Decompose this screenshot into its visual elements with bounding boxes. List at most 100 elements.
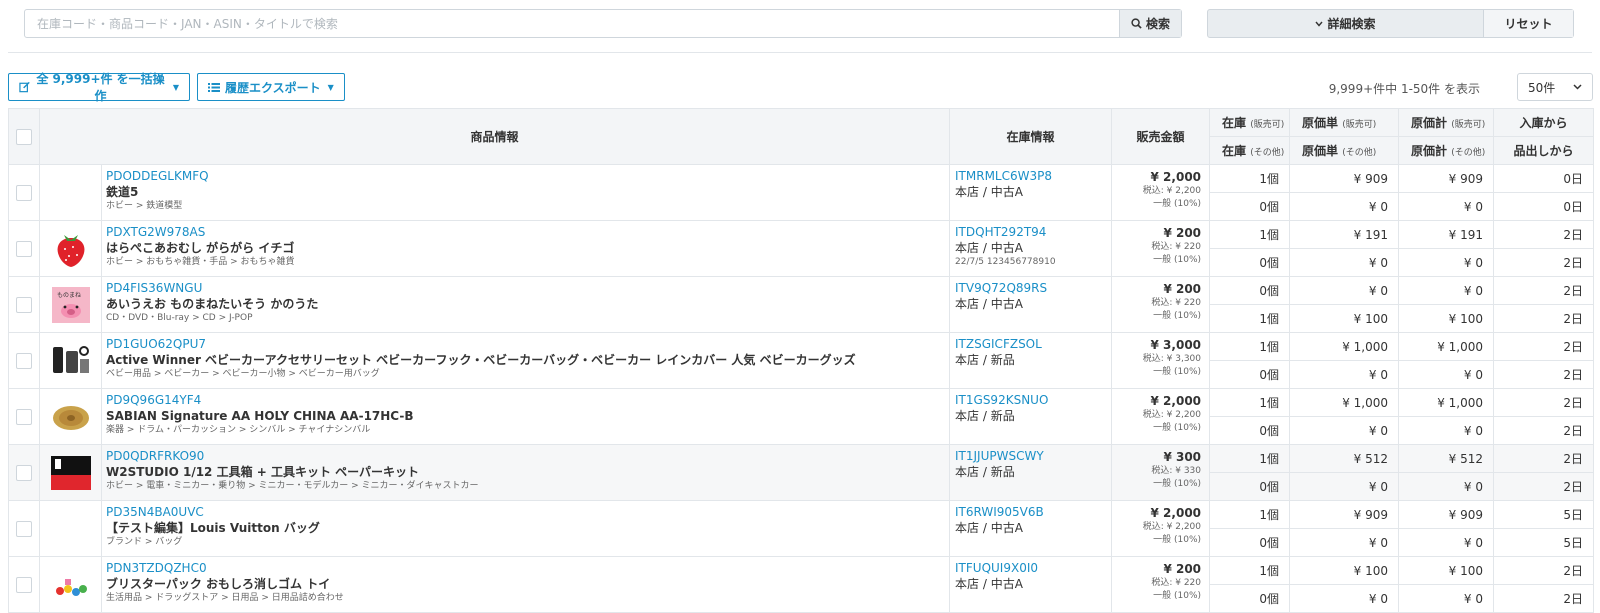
product-thumbnail-cell [39,388,102,445]
product-title: W2STUDIO 1/12 工具箱 + 工具キット ペーパーキット [106,465,420,479]
header-total-cost-other: 原価計 (その他) [1398,136,1495,165]
product-code-link[interactable]: PD1GUO62QPU7 [106,337,945,352]
product-code-link[interactable]: PD0QDRFRKO90 [106,449,945,464]
row-checkbox[interactable] [16,464,32,481]
stock-other: 0個 [1209,584,1291,613]
tax-type: 一般 (10%) [1153,311,1202,321]
days-since-out: 2日 [1493,360,1595,389]
table-row: PD9Q96G14YF4 SABIAN Signature AA HOLY CHI… [8,388,1595,445]
row-select-cell [8,220,40,277]
tax-included-price: 税込: ¥ 2,200 [1142,522,1202,532]
tax-type: 一般 (10%) [1153,367,1202,377]
stock-code-link[interactable]: ITV9Q72Q89RS [955,281,1106,296]
row-checkbox[interactable] [16,184,32,201]
product-thumbnail-cell [39,444,102,501]
unit-cost-other: ¥ 0 [1289,528,1400,557]
tax-included-price: 税込: ¥ 220 [1151,242,1202,252]
total-cost-available: ¥ 191 [1398,220,1495,249]
reset-button[interactable]: リセット [1483,10,1573,37]
product-code-link[interactable]: PDXTG2W978AS [106,225,945,240]
product-info-cell: PD1GUO62QPU7 Active Winner ベビーカーアクセサリーセット… [100,332,951,389]
header-sale-price: 販売金額 [1111,108,1211,165]
stock-code-link[interactable]: ITDQHT292T94 [955,225,1106,240]
row-checkbox[interactable] [16,352,32,369]
tax-type: 一般 (10%) [1153,423,1202,433]
sale-price: ¥ 2,000 [1150,170,1202,184]
stock-location: 本店 / 中古A [955,185,1023,199]
product-code-link[interactable]: PD9Q96G14YF4 [106,393,945,408]
export-history-button[interactable]: 履歴エクスポート ▼ [197,73,345,101]
product-category: 生活用品 > ドラッグストア > 日用品 > 日用品詰め合わせ [106,593,344,603]
per-page-value: 50件 [1528,80,1556,95]
total-cost-other: ¥ 0 [1398,472,1495,501]
table-row: ものまね PD4FIS36WNGU あいうえお ものまねたいそう かのうた CD・DV… [8,276,1595,333]
divider [8,52,1592,53]
toolbox-image[interactable] [50,455,91,490]
total-cost-other: ¥ 0 [1398,248,1495,277]
header-days-since-out: 品出しから [1493,136,1595,165]
chevron-down-icon [1573,84,1582,90]
stock-other: 1個 [1209,304,1291,333]
pig-cover-image[interactable]: ものまね [51,286,91,323]
row-checkbox[interactable] [16,520,32,537]
strawberry-image[interactable] [51,234,91,267]
stock-code-link[interactable]: IT1JJUPWSCWY [955,449,1106,464]
days-since-in: 2日 [1493,444,1595,473]
stock-info-cell: IT1JJUPWSCWY 本店 / 新品 [949,444,1113,501]
sale-price-cell: ¥ 200 税込: ¥ 220 一般 (10%) [1111,556,1211,613]
stock-code-link[interactable]: ITZSGICFZSOL [955,337,1106,352]
stock-available: 1個 [1209,220,1291,249]
per-page-select[interactable]: 50件 [1517,73,1593,101]
product-code-link[interactable]: PD35N4BA0UVC [106,505,945,520]
unit-cost-available: ¥ 1,000 [1289,332,1400,361]
product-title: ブリスターパック おもしろ消しゴム トイ [106,577,331,591]
sale-price: ¥ 3,000 [1150,338,1202,352]
row-checkbox[interactable] [16,576,32,593]
sale-price: ¥ 2,000 [1150,394,1202,408]
row-checkbox[interactable] [16,296,32,313]
days-since-in: 2日 [1493,276,1595,305]
tax-included-price: 税込: ¥ 220 [1151,298,1202,308]
table-row: PDXTG2W978AS はらぺこあおむし がらがら イチゴ ホビー > おもちゃ雑… [8,220,1595,277]
bulk-action-button[interactable]: 全 9,999+件 を一括操作 ▼ [8,72,190,103]
row-checkbox[interactable] [16,408,32,425]
stock-other: 0個 [1209,192,1291,221]
total-cost-other: ¥ 0 [1398,360,1495,389]
header-unit-cost-available: 原価単 (販売可) [1289,108,1400,137]
product-title: SABIAN Signature AA HOLY CHINA AA-17HC-B [106,409,414,423]
advanced-search-button[interactable]: 詳細検索 [1208,10,1483,37]
stock-code-link[interactable]: ITFUQUI9X0I0 [955,561,1106,576]
header-product-info: 商品情報 [38,108,951,165]
stock-code-link[interactable]: ITMRMLC6W3P8 [955,169,1106,184]
product-title: 鉄道5 [106,185,139,199]
header-stock-other: 在庫 (その他) [1209,136,1291,165]
unit-cost-available: ¥ 0 [1289,276,1400,305]
stock-info-cell: ITV9Q72Q89RS 本店 / 中古A [949,276,1113,333]
stock-location: 本店 / 中古A [955,521,1023,535]
product-thumbnail-cell [39,500,102,557]
row-checkbox[interactable] [16,240,32,257]
product-info-cell: PD0QDRFRKO90 W2STUDIO 1/12 工具箱 + 工具キット ペー… [100,444,951,501]
search-input[interactable] [25,10,1119,37]
product-code-link[interactable]: PD4FIS36WNGU [106,281,945,296]
product-code-link[interactable]: PDN3TZDQZHC0 [106,561,945,576]
cymbal-image[interactable] [51,405,91,430]
total-cost-available: ¥ 100 [1398,556,1495,585]
product-code-link[interactable]: PDODDEGLKMFQ [106,169,945,184]
export-history-label: 履歴エクスポート [225,80,321,95]
eraser-toys-image[interactable] [51,577,91,596]
stroller-accessories-image[interactable] [51,345,91,373]
header-days-since-in: 入庫から [1493,108,1595,137]
product-thumbnail-cell [39,220,102,277]
total-cost-available: ¥ 1,000 [1398,332,1495,361]
select-all-cell [8,108,40,165]
stock-info-cell: ITZSGICFZSOL 本店 / 新品 [949,332,1113,389]
stock-extra: 22/7/5 123456778910 [955,257,1056,267]
stock-code-link[interactable]: IT1GS92KSNUO [955,393,1106,408]
search-button[interactable]: 検索 [1119,10,1181,37]
product-category: ベビー用品 > ベビーカー > ベビーカー小物 > ベビーカー用バッグ [106,369,380,379]
tax-type: 一般 (10%) [1153,255,1202,265]
stock-code-link[interactable]: IT6RWI905V6B [955,505,1106,520]
total-cost-available: ¥ 512 [1398,444,1495,473]
select-all-checkbox[interactable] [16,128,32,145]
